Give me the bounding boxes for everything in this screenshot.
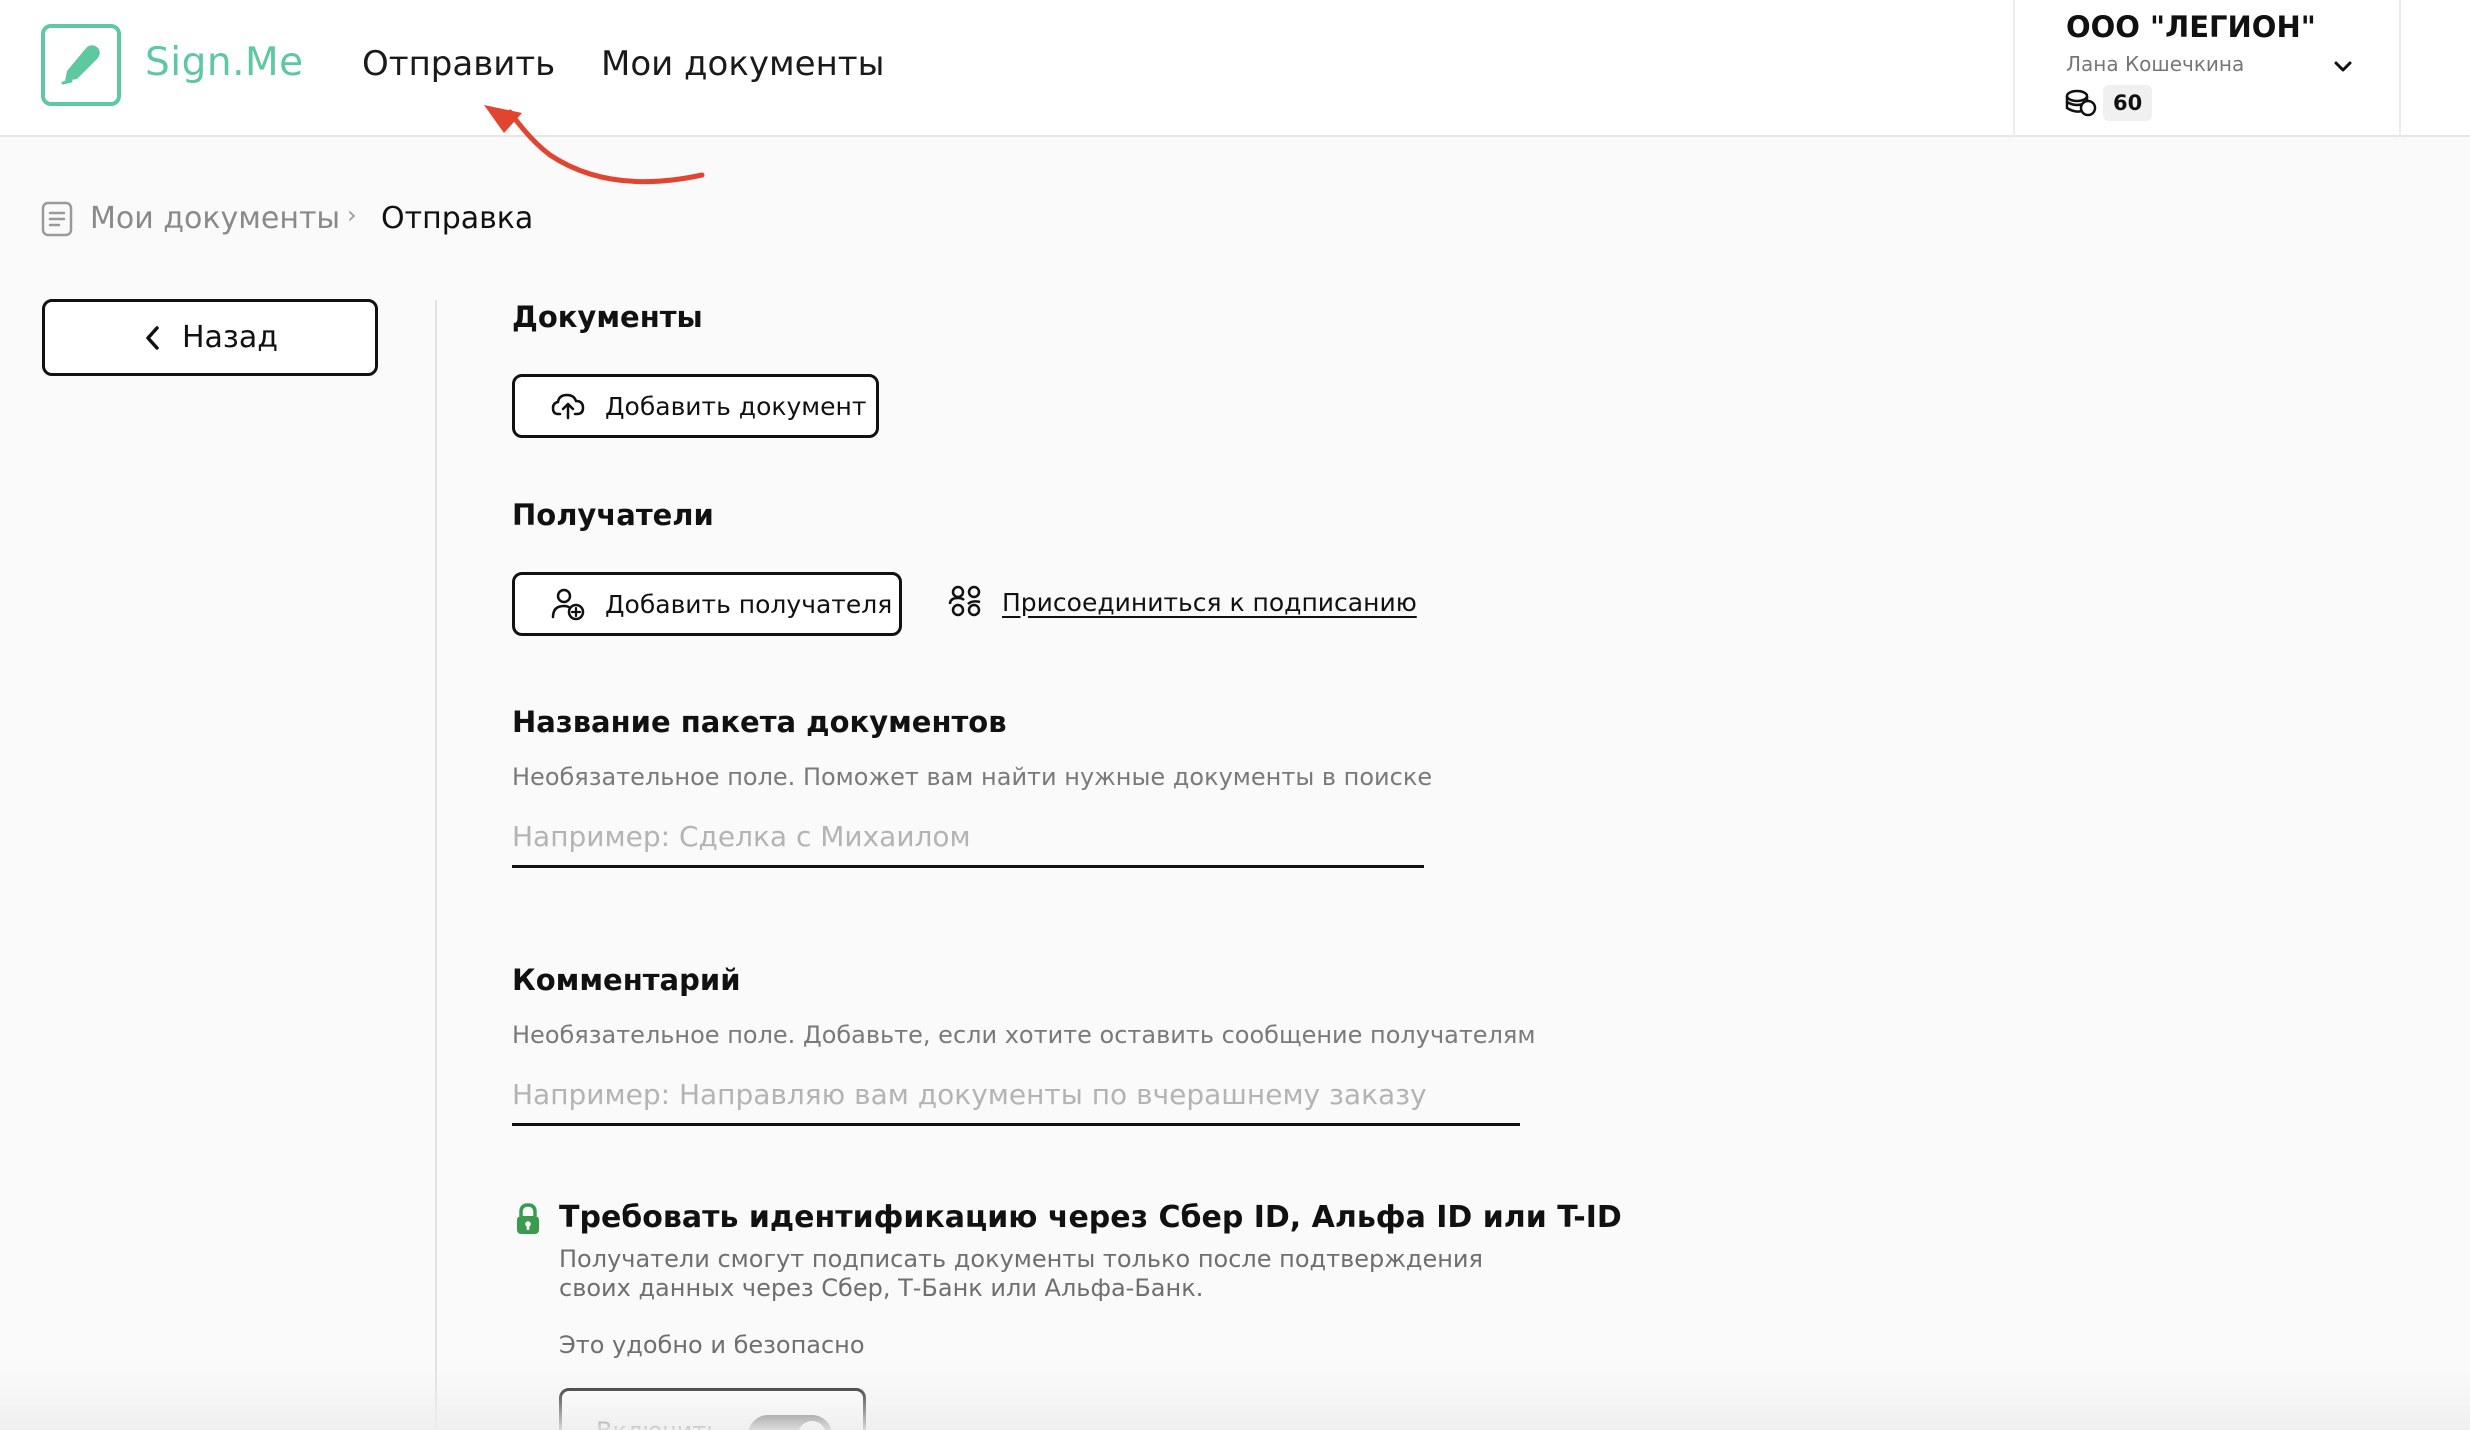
bottom-fade	[0, 1370, 2470, 1430]
document-icon	[41, 201, 73, 237]
toggle-knob	[798, 1421, 826, 1430]
identification-description: Получатели смогут подписать документы то…	[559, 1245, 1483, 1302]
cloud-upload-icon	[551, 393, 585, 420]
join-users-icon	[948, 585, 981, 617]
add-document-label: Добавить документ	[605, 391, 867, 421]
documents-title: Документы	[512, 300, 703, 334]
join-signing-link[interactable]: Присоединиться к подписанию	[948, 584, 1417, 620]
top-header: Sign.Me Отправить Мои документы ООО "ЛЕГ…	[0, 0, 2470, 137]
chevron-down-icon[interactable]	[2331, 55, 2355, 79]
toggle-label: Включить	[596, 1417, 720, 1430]
balance-badge: 60	[2103, 85, 2153, 121]
logo-icon[interactable]	[41, 24, 121, 106]
vertical-divider	[435, 300, 437, 1430]
coins-icon	[2065, 89, 2097, 117]
comment-hint: Необязательное поле. Добавьте, если хоти…	[512, 1021, 1536, 1049]
account-switcher[interactable]: ООО "ЛЕГИОН" Лана Кошечкина 60	[2013, 0, 2401, 137]
package-name-title: Название пакета документов	[512, 705, 1007, 739]
recipients-title: Получатели	[512, 498, 714, 532]
breadcrumb-current: Отправка	[381, 201, 534, 236]
lock-icon	[517, 1203, 539, 1234]
add-user-icon	[551, 588, 585, 621]
back-button[interactable]: Назад	[42, 299, 378, 376]
comment-title: Комментарий	[512, 963, 741, 997]
comment-input[interactable]	[512, 1066, 1520, 1126]
chevron-left-icon	[146, 325, 159, 350]
identification-toggle[interactable]	[748, 1415, 832, 1430]
package-name-hint: Необязательное поле. Поможет вам найти н…	[512, 763, 1433, 791]
account-user-name: Лана Кошечкина	[2066, 52, 2245, 76]
logo-text[interactable]: Sign.Me	[145, 40, 304, 85]
add-recipient-button[interactable]: Добавить получателя	[512, 572, 902, 636]
back-button-label: Назад	[181, 320, 279, 355]
breadcrumb-separator: ›	[347, 201, 357, 229]
identification-note: Это удобно и безопасно	[559, 1331, 865, 1359]
add-document-button[interactable]: Добавить документ	[512, 374, 879, 438]
account-org-name: ООО "ЛЕГИОН"	[2066, 10, 2316, 44]
package-name-input[interactable]	[512, 808, 1424, 868]
add-recipient-label: Добавить получателя	[605, 589, 893, 619]
identification-toggle-box[interactable]: Включить	[559, 1388, 866, 1430]
breadcrumb-my-documents[interactable]: Мои документы	[90, 201, 340, 236]
identification-title: Требовать идентификацию через Сбер ID, А…	[559, 1200, 1622, 1235]
nav-my-documents[interactable]: Мои документы	[601, 44, 884, 84]
nav-send[interactable]: Отправить	[362, 44, 555, 84]
join-signing-label: Присоединиться к подписанию	[1002, 587, 1417, 617]
